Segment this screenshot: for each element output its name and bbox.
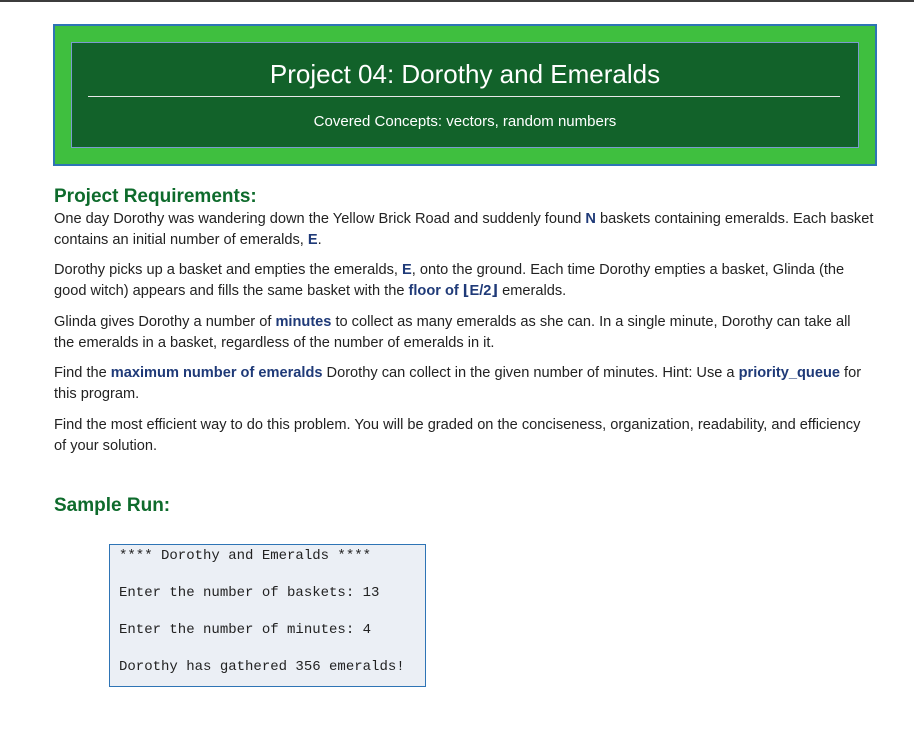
p2-highlight-e: E — [402, 262, 412, 278]
p1-text-3: . — [317, 232, 322, 248]
sample-run-heading: Sample Run: — [54, 495, 171, 516]
p3-highlight-minutes: minutes — [275, 314, 332, 330]
p2-highlight-floor: floor of ⌊E/2⌋ — [408, 283, 499, 299]
p4-highlight-max: maximum number of emeralds — [110, 365, 323, 381]
requirements-paragraph-2: Dorothy picks up a basket and empties th… — [54, 260, 874, 302]
p1-highlight-n: N — [585, 211, 596, 227]
requirements-paragraph-1: One day Dorothy was wandering down the Y… — [54, 209, 874, 251]
requirements-paragraph-3: Glinda gives Dorothy a number of minutes… — [54, 312, 874, 354]
requirements-paragraph-5: Find the most efficient way to do this p… — [54, 417, 861, 454]
p1-text-1: One day Dorothy was wandering down the Y… — [54, 211, 586, 227]
p2-text-1: Dorothy picks up a basket and empties th… — [54, 262, 402, 278]
console-line-result: Dorothy has gathered 356 emeralds! — [119, 659, 405, 675]
top-border-rule — [0, 0, 914, 2]
title-banner-inner: Project 04: Dorothy and Emeralds Covered… — [71, 42, 859, 148]
p2-text-3: emeralds. — [498, 283, 567, 299]
title-divider — [88, 96, 840, 97]
title-banner: Project 04: Dorothy and Emeralds Covered… — [53, 24, 877, 166]
console-line-title: **** Dorothy and Emeralds **** — [119, 548, 372, 564]
p4-highlight-priority-queue: priority_queue — [738, 365, 840, 381]
requirements-paragraph-4: Find the maximum number of emeralds Doro… — [54, 363, 874, 405]
p3-text-1: Glinda gives Dorothy a number of — [54, 314, 276, 330]
p4-text-1: Find the — [54, 365, 111, 381]
p1-highlight-e: E — [307, 232, 318, 248]
sample-run-console: **** Dorothy and Emeralds **** Enter the… — [109, 544, 426, 687]
console-line-baskets: Enter the number of baskets: 13 — [119, 585, 380, 601]
p4-text-2: Dorothy can collect in the given number … — [322, 365, 739, 381]
project-title: Project 04: Dorothy and Emeralds — [269, 59, 661, 89]
covered-concepts: Covered Concepts: vectors, random number… — [313, 113, 617, 130]
console-line-minutes: Enter the number of minutes: 4 — [119, 622, 372, 638]
requirements-heading: Project Requirements: — [54, 186, 257, 207]
